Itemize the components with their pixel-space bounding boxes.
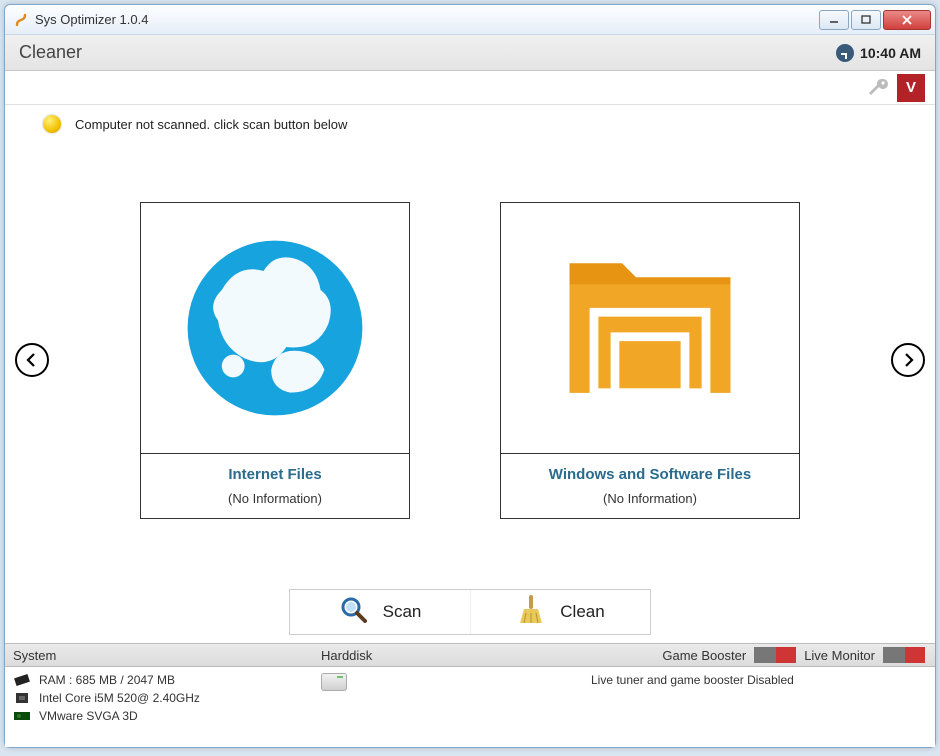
v-button[interactable]: V	[897, 74, 925, 102]
status-row: Computer not scanned. click scan button …	[5, 105, 935, 137]
cpu-icon	[13, 691, 31, 705]
window-title: Sys Optimizer 1.0.4	[35, 12, 819, 27]
clock-icon	[836, 44, 854, 62]
status-indicator-icon	[43, 115, 61, 133]
titlebar[interactable]: Sys Optimizer 1.0.4	[5, 5, 935, 35]
card-windows-files[interactable]: Windows and Software Files (No Informati…	[500, 202, 800, 519]
footer-col-system-label: System	[5, 648, 315, 663]
minimize-button[interactable]	[819, 10, 849, 30]
game-booster-toggle[interactable]	[754, 647, 796, 663]
scan-label: Scan	[383, 602, 422, 622]
clean-label: Clean	[560, 602, 604, 622]
card-footer: Windows and Software Files (No Informati…	[501, 453, 799, 518]
maximize-button[interactable]	[851, 10, 881, 30]
harddisk-icon	[321, 673, 347, 691]
page-title: Cleaner	[19, 42, 836, 63]
harddisk-info	[315, 673, 585, 739]
globe-icon	[141, 203, 409, 453]
card-title: Windows and Software Files	[507, 466, 793, 483]
app-icon	[13, 12, 29, 28]
card-footer: Internet Files (No Information)	[141, 453, 409, 518]
live-monitor-toggle[interactable]	[883, 647, 925, 663]
header-bar: Cleaner 10:40 AM	[5, 35, 935, 71]
card-internet-files[interactable]: Internet Files (No Information)	[140, 202, 410, 519]
footer-col-harddisk-label: Harddisk	[315, 648, 585, 663]
ram-icon	[13, 673, 31, 687]
gpu-text: VMware SVGA 3D	[39, 709, 138, 723]
folder-icon	[501, 203, 799, 453]
clean-button[interactable]: Clean	[470, 590, 650, 634]
card-subtitle: (No Information)	[147, 491, 403, 506]
settings-icon[interactable]	[865, 75, 891, 101]
app-window: Sys Optimizer 1.0.4 Cleaner 10:40 AM V	[4, 4, 936, 748]
next-arrow-button[interactable]	[891, 343, 925, 377]
scan-area: Internet Files (No Information) Windows …	[5, 137, 935, 583]
close-button[interactable]	[883, 10, 931, 30]
card-title: Internet Files	[147, 466, 403, 483]
tuner-status-text: Live tuner and game booster Disabled	[591, 673, 794, 687]
scan-button[interactable]: Scan	[290, 590, 470, 634]
magnifier-icon	[339, 595, 369, 630]
status-message: Computer not scanned. click scan button …	[75, 117, 347, 132]
toolbar: V	[5, 71, 935, 105]
live-monitor-label: Live Monitor	[804, 648, 875, 663]
system-info: RAM : 685 MB / 2047 MB Intel Core i5M 52…	[5, 673, 315, 739]
cpu-text: Intel Core i5M 520@ 2.40GHz	[39, 691, 200, 705]
action-bar: Scan Clean	[5, 583, 935, 643]
footer-body: RAM : 685 MB / 2047 MB Intel Core i5M 52…	[5, 667, 935, 747]
v-button-label: V	[906, 79, 916, 96]
action-group: Scan Clean	[289, 589, 651, 635]
tuner-info: Live tuner and game booster Disabled	[585, 673, 935, 739]
game-booster-label: Game Booster	[662, 648, 746, 663]
gpu-icon	[13, 709, 31, 723]
window-controls	[819, 10, 931, 30]
footer-header: System Harddisk Game Booster Live Monito…	[5, 643, 935, 667]
prev-arrow-button[interactable]	[15, 343, 49, 377]
ram-text: RAM : 685 MB / 2047 MB	[39, 673, 175, 687]
broom-icon	[516, 593, 546, 632]
clock-time: 10:40 AM	[860, 45, 921, 61]
card-subtitle: (No Information)	[507, 491, 793, 506]
